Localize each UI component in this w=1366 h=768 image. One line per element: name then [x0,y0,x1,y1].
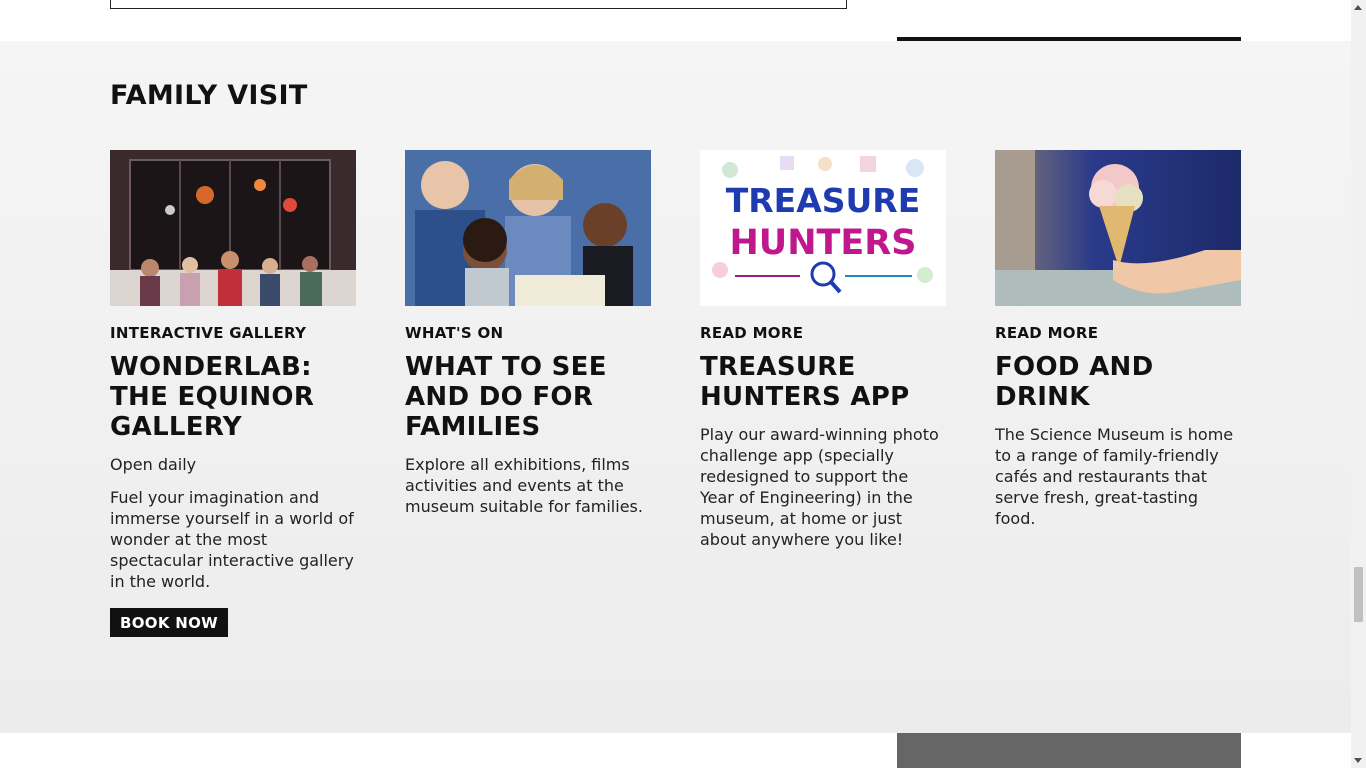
card-title[interactable]: WONDERLAB: THE EQUINOR GALLERY [110,352,356,442]
card-description: The Science Museum is home to a range of… [995,425,1234,528]
card-image-treasure-hunters[interactable]: TREASURE HUNTERS [700,150,946,306]
scroll-down-arrow-icon[interactable] [1354,758,1362,763]
treasure-logo-line1: TREASURE [726,181,921,220]
card-eyebrow: WHAT'S ON [405,324,504,342]
card-eyebrow: READ MORE [700,324,804,342]
scrollbar-thumb[interactable] [1354,567,1363,622]
scroll-up-arrow-icon[interactable] [1354,5,1362,10]
card-wonderlab[interactable]: INTERACTIVE GALLERY WONDERLAB: THE EQUIN… [110,150,356,637]
footer-panel [897,733,1241,768]
card-families[interactable]: WHAT'S ON WHAT TO SEE AND DO FOR FAMILIE… [405,150,651,517]
card-eyebrow: READ MORE [995,324,1099,342]
card-image-wonderlab[interactable] [110,150,356,306]
card-description: Explore all exhibitions, films activitie… [405,455,643,516]
card-image-families[interactable] [405,150,651,306]
card-title[interactable]: WHAT TO SEE AND DO FOR FAMILIES [405,352,651,442]
card-description: Play our award-winning photo challenge a… [700,425,939,549]
card-title[interactable]: TREASURE HUNTERS APP [700,352,946,412]
card-description: Fuel your imagination and immerse yourse… [110,488,354,591]
card-title[interactable]: FOOD AND DRINK [995,352,1241,412]
page-scrollbar[interactable] [1351,0,1366,768]
treasure-logo-line2: HUNTERS [730,223,917,263]
book-now-button[interactable]: BOOK NOW [110,608,229,637]
card-food-and-drink[interactable]: READ MORE FOOD AND DRINK The Science Mus… [995,150,1241,529]
card-treasure-hunters[interactable]: TREASURE HUNTERS READ MORE TREASURE HUNT… [700,150,946,550]
card-image-food-and-drink[interactable] [995,150,1241,306]
top-content-box [110,0,847,9]
section-title: FAMILY VISIT [110,80,308,111]
card-meta: Open daily [110,455,197,474]
card-eyebrow: INTERACTIVE GALLERY [110,324,307,342]
